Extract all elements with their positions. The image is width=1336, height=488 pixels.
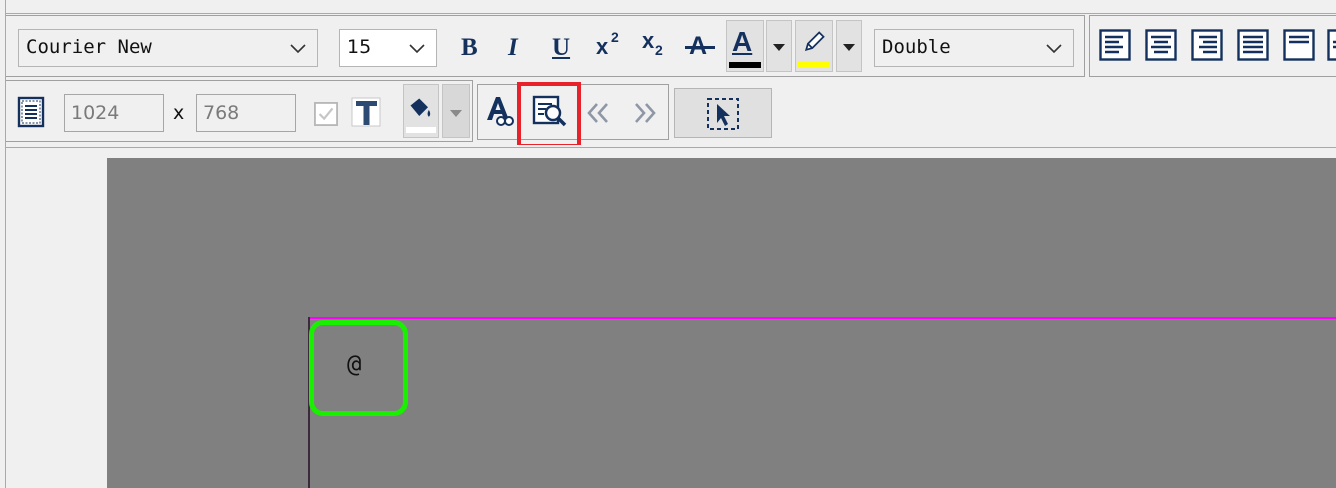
chevron-down-icon bbox=[290, 44, 306, 54]
select-tool-button[interactable] bbox=[674, 88, 772, 138]
font-color-bar bbox=[729, 62, 761, 68]
subscript-mark: 2 bbox=[655, 42, 663, 58]
line-style-combo[interactable]: Double bbox=[874, 29, 1074, 67]
chevron-down-icon bbox=[1046, 44, 1062, 54]
strike-line bbox=[685, 46, 715, 49]
page-size-icon[interactable] bbox=[15, 96, 47, 128]
superscript-button[interactable]: x 2 bbox=[596, 29, 626, 62]
font-color-dropdown[interactable] bbox=[766, 20, 792, 72]
toolbar-bottom-divider bbox=[0, 145, 1336, 148]
top-divider bbox=[0, 0, 1336, 14]
italic-button[interactable]: I bbox=[508, 35, 518, 60]
chevron-down-icon bbox=[409, 44, 425, 54]
design-mode-icon[interactable] bbox=[485, 94, 517, 128]
page-height-field[interactable]: 768 bbox=[196, 94, 296, 132]
align-right-icon[interactable] bbox=[1191, 29, 1223, 61]
paint-bucket-icon bbox=[410, 98, 431, 117]
align-left-icon[interactable] bbox=[1099, 29, 1131, 61]
highlight-color-dropdown[interactable] bbox=[836, 20, 862, 72]
font-size-combo[interactable]: 15 bbox=[339, 29, 437, 67]
align-justify-icon[interactable] bbox=[1237, 29, 1269, 61]
fill-color-button[interactable] bbox=[403, 84, 439, 138]
valign-top-icon[interactable] bbox=[1283, 29, 1315, 61]
preview-highlight-frame bbox=[517, 82, 581, 148]
line-style-value: Double bbox=[882, 36, 951, 58]
font-color-letter: A bbox=[732, 26, 753, 57]
next-page-icon[interactable] bbox=[630, 99, 658, 127]
subscript-button[interactable]: x 2 bbox=[642, 30, 672, 62]
text-tool-icon[interactable] bbox=[350, 96, 382, 128]
font-name-value: Courier New bbox=[26, 36, 152, 58]
highlight-color-bar bbox=[798, 62, 830, 68]
bold-button[interactable]: B bbox=[461, 35, 478, 60]
dropdown-arrow-icon bbox=[843, 44, 855, 51]
highlight-color-button[interactable] bbox=[795, 20, 833, 72]
highlighter-pen-icon bbox=[804, 31, 825, 52]
strikethrough-button[interactable]: A bbox=[685, 32, 717, 62]
fill-color-dropdown[interactable] bbox=[442, 84, 470, 138]
font-color-button[interactable]: A bbox=[726, 20, 764, 72]
page-width-field[interactable]: 1024 bbox=[64, 94, 164, 132]
font-size-value: 15 bbox=[347, 36, 372, 58]
fill-color-bar bbox=[406, 127, 436, 133]
font-name-combo[interactable]: Courier New bbox=[18, 29, 318, 67]
checkbox-check-icon[interactable] bbox=[314, 102, 338, 126]
cell-text[interactable]: @ bbox=[347, 350, 361, 378]
left-border bbox=[0, 0, 6, 488]
superscript-mark: 2 bbox=[611, 29, 619, 45]
dropdown-arrow-icon bbox=[450, 110, 462, 117]
canvas-area bbox=[107, 158, 1336, 488]
select-arrow-icon bbox=[707, 98, 739, 130]
dimension-separator: x bbox=[173, 102, 185, 124]
valign-middle-icon[interactable] bbox=[1327, 29, 1336, 61]
superscript-x: x bbox=[596, 34, 609, 59]
dropdown-arrow-icon bbox=[773, 44, 785, 51]
align-center-icon[interactable] bbox=[1145, 29, 1177, 61]
page-border-top bbox=[308, 317, 1336, 319]
previous-page-icon[interactable] bbox=[585, 99, 613, 127]
subscript-x: x bbox=[642, 28, 655, 53]
underline-button[interactable]: U bbox=[552, 35, 570, 60]
